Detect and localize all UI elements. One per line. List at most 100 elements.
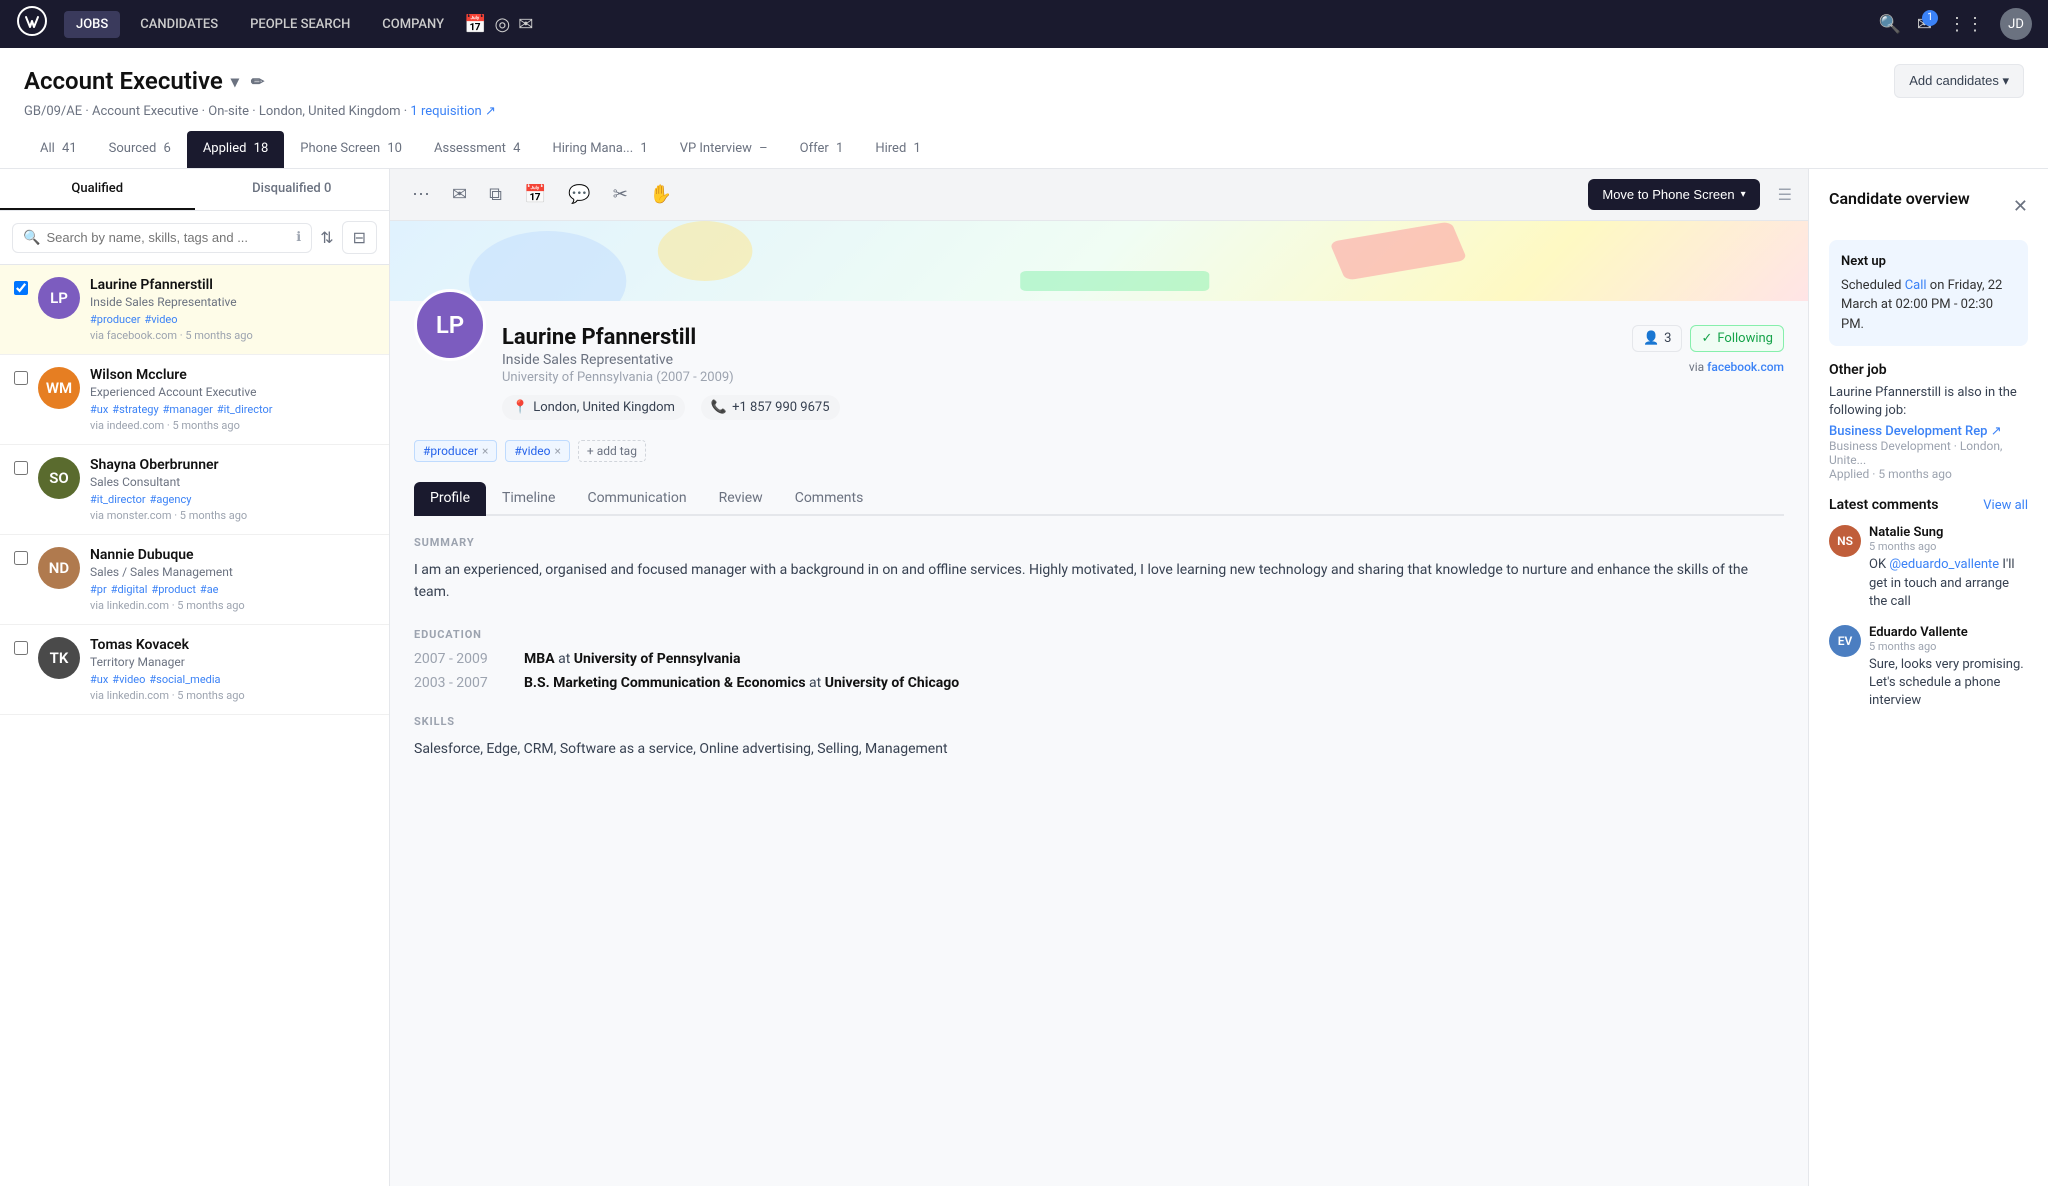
- edit-title-icon[interactable]: ✏: [251, 72, 264, 91]
- candidate-source: via linkedin.com · 5 months ago: [90, 599, 375, 612]
- chat-action-icon[interactable]: 💬: [562, 180, 596, 209]
- candidate-tag: #pr: [90, 583, 107, 596]
- location-text: London, United Kingdom: [533, 400, 675, 415]
- tab-sourced[interactable]: Sourced 6: [93, 131, 187, 168]
- candidate-tag: #agency: [150, 493, 192, 506]
- more-actions-icon[interactable]: ⋯: [406, 180, 436, 209]
- panel-close-icon[interactable]: ✕: [2013, 196, 2028, 217]
- panel-toggle-icon[interactable]: ☰: [1778, 185, 1792, 204]
- tag-video-remove[interactable]: ×: [555, 444, 561, 458]
- tab-assessment[interactable]: Assessment 4: [418, 131, 536, 168]
- candidate-checkbox[interactable]: [14, 461, 28, 475]
- phone-item: 📞 +1 857 990 9675: [701, 395, 840, 420]
- tab-offer[interactable]: Offer 1: [784, 131, 860, 168]
- candidate-profile: LP Laurine Pfannerstill Inside Sales Rep…: [390, 301, 1808, 808]
- other-job-link[interactable]: Business Development Rep ↗: [1829, 424, 2028, 439]
- other-job-sub: Business Development · London, Unite...: [1829, 439, 2028, 467]
- title-chevron-icon[interactable]: ▾: [231, 72, 239, 91]
- candidate-avatar: TK: [38, 637, 80, 679]
- nav-company[interactable]: COMPANY: [370, 11, 456, 38]
- comment-body: Eduardo Vallente 5 months ago Sure, look…: [1869, 625, 2028, 711]
- profile-top: LP Laurine Pfannerstill Inside Sales Rep…: [414, 325, 1784, 420]
- candidate-tag: #product: [151, 583, 195, 596]
- candidate-name: Shayna Oberbrunner: [90, 457, 375, 473]
- candidate-info: Tomas Kovacek Territory Manager #ux#vide…: [90, 637, 375, 702]
- notifications-icon[interactable]: ✉ 1: [1917, 14, 1932, 35]
- nav-jobs[interactable]: JOBS: [64, 11, 120, 38]
- tab-vp-interview[interactable]: VP Interview –: [664, 131, 784, 168]
- sub-tab-qualified[interactable]: Qualified: [0, 169, 195, 210]
- following-button[interactable]: ✓ Following: [1690, 325, 1784, 352]
- logo[interactable]: [16, 5, 48, 43]
- search-info-icon[interactable]: ℹ: [296, 230, 301, 245]
- tab-hired[interactable]: Hired 1: [859, 131, 936, 168]
- profile-actions: 👤 3 ✓ Following via facebook.com: [1632, 325, 1784, 374]
- nav-calendar-icon[interactable]: 📅: [464, 14, 486, 35]
- main-layout: Qualified Disqualified 0 🔍 ℹ ⇅ ⊟ LP Laur…: [0, 169, 2048, 1186]
- nav-people-search[interactable]: PEOPLE SEARCH: [238, 11, 362, 38]
- candidate-list-item[interactable]: SO Shayna Oberbrunner Sales Consultant #…: [0, 445, 389, 535]
- tab-phone-screen[interactable]: Phone Screen 10: [284, 131, 418, 168]
- add-tag-button[interactable]: + add tag: [578, 440, 646, 462]
- comment-item: EV Eduardo Vallente 5 months ago Sure, l…: [1829, 625, 2028, 711]
- edit-action-icon[interactable]: ✂: [607, 180, 634, 209]
- filter-icon[interactable]: ⊟: [342, 221, 377, 254]
- candidate-checkbox[interactable]: [14, 371, 28, 385]
- tab-hiring-manager[interactable]: Hiring Mana... 1: [536, 131, 663, 168]
- candidate-tag: #ux: [90, 673, 108, 686]
- user-avatar[interactable]: JD: [2000, 8, 2032, 40]
- sub-tab-disqualified[interactable]: Disqualified 0: [195, 169, 390, 210]
- candidate-tags: #it_director #agency: [90, 493, 375, 506]
- search-icon[interactable]: 🔍: [1878, 14, 1900, 35]
- followers-button[interactable]: 👤 3: [1632, 325, 1683, 352]
- candidate-tag: #ux: [90, 403, 108, 416]
- requisition-link[interactable]: 1 requisition ↗: [410, 104, 495, 119]
- view-all-link[interactable]: View all: [1983, 498, 2028, 513]
- copy-action-icon[interactable]: ⧉: [483, 180, 508, 209]
- candidate-list-item[interactable]: TK Tomas Kovacek Territory Manager #ux#v…: [0, 625, 389, 715]
- nav-target-icon[interactable]: ◎: [494, 14, 510, 35]
- comments-container: NS Natalie Sung 5 months ago OK @eduardo…: [1829, 525, 2028, 710]
- nav-candidates[interactable]: CANDIDATES: [128, 11, 230, 38]
- tab-review[interactable]: Review: [703, 482, 779, 516]
- search-input[interactable]: [46, 230, 290, 245]
- education-section: EDUCATION 2007 - 2009 MBA at University …: [414, 628, 1784, 691]
- candidate-list-item[interactable]: WM Wilson Mcclure Experienced Account Ex…: [0, 355, 389, 445]
- tab-applied[interactable]: Applied 18: [187, 131, 284, 168]
- email-action-icon[interactable]: ✉: [446, 180, 473, 209]
- move-to-phone-screen-button[interactable]: Move to Phone Screen ▾: [1588, 179, 1759, 210]
- other-job-section: Other job Laurine Pfannerstill is also i…: [1829, 362, 2028, 481]
- candidate-avatar: SO: [38, 457, 80, 499]
- next-up-link[interactable]: Call: [1905, 278, 1927, 293]
- tab-comments[interactable]: Comments: [779, 482, 880, 516]
- candidate-checkbox[interactable]: [14, 641, 28, 655]
- candidate-tags: #ux#strategy#manager#it_director: [90, 403, 375, 416]
- tab-timeline[interactable]: Timeline: [486, 482, 571, 516]
- tag-producer-remove[interactable]: ×: [482, 444, 488, 458]
- center-panel: ⋯ ✉ ⧉ 📅 💬 ✂ ✋ Move to Phone Screen ▾ ☰: [390, 169, 1808, 1186]
- candidate-tag: #producer: [90, 313, 140, 326]
- phone-text: +1 857 990 9675: [732, 400, 829, 415]
- stop-action-icon[interactable]: ✋: [644, 180, 678, 209]
- add-candidates-button[interactable]: Add candidates ▾: [1894, 64, 2024, 98]
- grid-icon[interactable]: ⋮⋮: [1948, 14, 1984, 35]
- candidate-list-item[interactable]: ND Nannie Dubuque Sales / Sales Manageme…: [0, 535, 389, 625]
- tab-all[interactable]: All 41: [24, 131, 93, 168]
- candidate-tag: #it_director: [90, 493, 146, 506]
- tab-communication[interactable]: Communication: [571, 482, 702, 516]
- candidate-info: Shayna Oberbrunner Sales Consultant #it_…: [90, 457, 375, 522]
- candidate-info: Laurine Pfannerstill Inside Sales Repres…: [90, 277, 375, 342]
- tab-profile[interactable]: Profile: [414, 482, 486, 516]
- following-label: Following: [1717, 331, 1773, 346]
- sort-icon[interactable]: ⇅: [320, 228, 333, 247]
- candidate-list-item[interactable]: LP Laurine Pfannerstill Inside Sales Rep…: [0, 265, 389, 355]
- nav-inbox-icon[interactable]: ✉: [518, 14, 533, 35]
- topnav-right-icons: 🔍 ✉ 1 ⋮⋮ JD: [1878, 8, 2032, 40]
- candidate-checkbox[interactable]: [14, 281, 28, 295]
- calendar-action-icon[interactable]: 📅: [518, 180, 552, 209]
- candidate-checkbox[interactable]: [14, 551, 28, 565]
- profile-role: Inside Sales Representative: [502, 352, 1616, 368]
- mention: @eduardo_vallente: [1889, 557, 1999, 572]
- source-link[interactable]: facebook.com: [1707, 360, 1784, 374]
- other-job-meta: Applied · 5 months ago: [1829, 467, 2028, 481]
